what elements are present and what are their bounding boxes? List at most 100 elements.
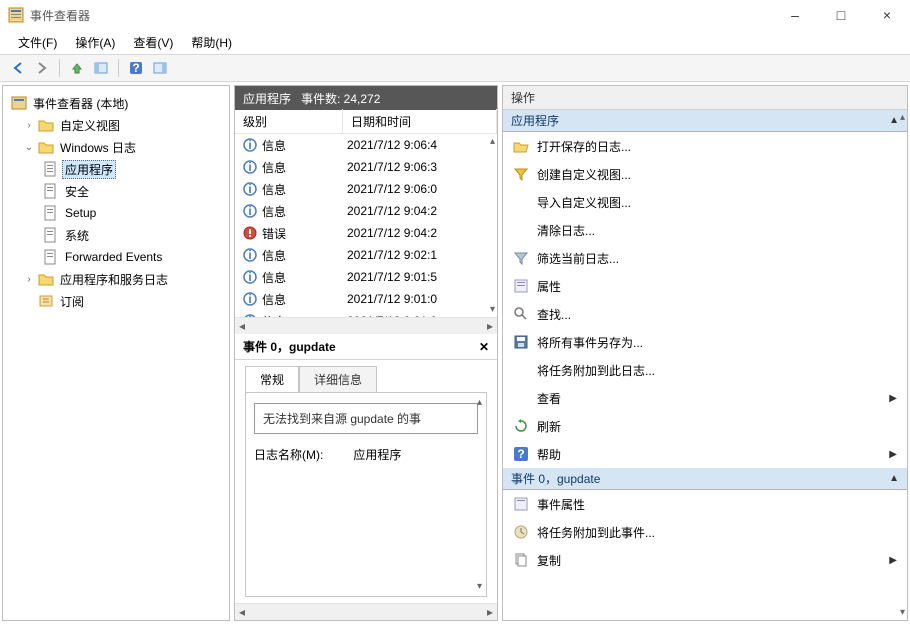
action-event-properties[interactable]: 事件属性 bbox=[503, 490, 907, 518]
log-name-label: 日志名称(M): bbox=[254, 446, 323, 463]
section-application[interactable]: 应用程序 ▲ bbox=[503, 110, 907, 132]
action-save-all-events[interactable]: 将所有事件另存为... bbox=[503, 328, 907, 356]
show-hide-button[interactable] bbox=[89, 57, 113, 79]
col-level[interactable]: 级别 bbox=[235, 109, 343, 134]
level-text: 信息 bbox=[262, 291, 286, 308]
svg-text:i: i bbox=[248, 270, 251, 284]
forward-button[interactable] bbox=[30, 57, 54, 79]
action-import-custom-view[interactable]: 导入自定义视图... bbox=[503, 188, 907, 216]
scroll-down-icon[interactable]: ▾ bbox=[477, 581, 482, 592]
scroll-down-icon[interactable]: ▾ bbox=[490, 304, 495, 315]
maximize-button[interactable]: □ bbox=[818, 0, 864, 30]
tree-setup[interactable]: Setup bbox=[7, 202, 225, 224]
scroll-down-icon[interactable]: ▾ bbox=[900, 607, 905, 618]
tree-system[interactable]: 系统 bbox=[7, 224, 225, 246]
detail-body: ▴ 无法找到来自源 gupdate 的事 日志名称(M): 应用程序 ▾ bbox=[245, 392, 487, 597]
detail-title: 事件 0，gupdate bbox=[243, 338, 336, 355]
horizontal-scrollbar[interactable]: ◂▸ bbox=[235, 317, 497, 334]
scroll-up-icon[interactable]: ▴ bbox=[490, 136, 495, 147]
import-icon bbox=[513, 194, 529, 210]
tree-apps-services[interactable]: › 应用程序和服务日志 bbox=[7, 268, 225, 290]
datetime-text: 2021/7/12 9:04:2 bbox=[343, 204, 497, 218]
grid-body[interactable]: ▴ ▾ i信息2021/7/12 9:06:4i信息2021/7/12 9:06… bbox=[235, 134, 497, 317]
section-label: 应用程序 bbox=[511, 112, 559, 129]
events-count: 事件数: 24,272 bbox=[301, 90, 380, 107]
event-row[interactable]: i信息2021/7/12 9:01:0 bbox=[235, 310, 497, 317]
expand-icon[interactable]: › bbox=[23, 120, 35, 131]
menu-help[interactable]: 帮助(H) bbox=[183, 32, 240, 53]
action-label: 创建自定义视图... bbox=[537, 166, 631, 183]
tab-general[interactable]: 常规 bbox=[245, 366, 299, 392]
detail-header: 事件 0，gupdate ✕ bbox=[235, 334, 497, 360]
properties-icon bbox=[513, 278, 529, 294]
event-row[interactable]: i信息2021/7/12 9:06:3 bbox=[235, 156, 497, 178]
menu-file[interactable]: 文件(F) bbox=[10, 32, 65, 53]
action-label: 清除日志... bbox=[537, 222, 595, 239]
tree-forwarded[interactable]: Forwarded Events bbox=[7, 246, 225, 268]
action-clear-log[interactable]: 清除日志... bbox=[503, 216, 907, 244]
tree[interactable]: 事件查看器 (本地) › 自定义视图 ⌄ Windows 日志 应用程序 安全 bbox=[3, 86, 229, 318]
event-row[interactable]: i信息2021/7/12 9:01:0 bbox=[235, 288, 497, 310]
event-row[interactable]: i信息2021/7/12 9:06:0 bbox=[235, 178, 497, 200]
window-title: 事件查看器 bbox=[30, 7, 772, 24]
tree-application[interactable]: 应用程序 bbox=[7, 158, 225, 180]
up-button[interactable] bbox=[65, 57, 89, 79]
event-row[interactable]: i信息2021/7/12 9:01:5 bbox=[235, 266, 497, 288]
event-row[interactable]: i信息2021/7/12 9:02:1 bbox=[235, 244, 497, 266]
tree-subscriptions[interactable]: › 订阅 bbox=[7, 290, 225, 312]
scroll-up-icon[interactable]: ▴ bbox=[477, 397, 482, 408]
collapse-icon[interactable]: ▲ bbox=[889, 473, 899, 484]
menu-view[interactable]: 查看(V) bbox=[125, 32, 181, 53]
scroll-up-icon[interactable]: ▴ bbox=[900, 112, 905, 123]
detail-close-icon[interactable]: ✕ bbox=[479, 340, 489, 354]
section-event[interactable]: 事件 0，gupdate ▲ bbox=[503, 468, 907, 490]
action-attach-task-event[interactable]: 将任务附加到此事件... bbox=[503, 518, 907, 546]
submenu-arrow-icon: ▶ bbox=[889, 449, 897, 460]
col-datetime[interactable]: 日期和时间 bbox=[343, 109, 497, 134]
action-help[interactable]: ?帮助▶ bbox=[503, 440, 907, 468]
info-icon: i bbox=[243, 270, 257, 284]
action-label: 查看 bbox=[537, 390, 561, 407]
level-text: 信息 bbox=[262, 203, 286, 220]
event-row[interactable]: 错误2021/7/12 9:04:2 bbox=[235, 222, 497, 244]
collapse-icon[interactable]: ▲ bbox=[889, 115, 899, 126]
collapse-icon[interactable]: ⌄ bbox=[23, 142, 35, 153]
datetime-text: 2021/7/12 9:02:1 bbox=[343, 248, 497, 262]
action-label: 将任务附加到此事件... bbox=[537, 524, 655, 541]
minimize-button[interactable]: – bbox=[772, 0, 818, 30]
event-row[interactable]: i 信息 2021/7/12 9:04:2 bbox=[235, 200, 497, 222]
horizontal-scrollbar[interactable]: ◂▸ bbox=[235, 603, 497, 620]
folder-icon bbox=[38, 117, 54, 133]
action-create-custom-view[interactable]: 创建自定义视图... bbox=[503, 160, 907, 188]
action-attach-task-log[interactable]: 将任务附加到此日志... bbox=[503, 356, 907, 384]
close-button[interactable]: × bbox=[864, 0, 910, 30]
tree-root[interactable]: 事件查看器 (本地) bbox=[7, 92, 225, 114]
action-filter-current[interactable]: 筛选当前日志... bbox=[503, 244, 907, 272]
tree-security[interactable]: 安全 bbox=[7, 180, 225, 202]
tree-windows-logs[interactable]: ⌄ Windows 日志 bbox=[7, 136, 225, 158]
properties-button[interactable] bbox=[148, 57, 172, 79]
refresh-icon bbox=[513, 418, 529, 434]
log-icon bbox=[43, 161, 59, 177]
tree-label: Setup bbox=[62, 205, 99, 221]
clear-icon bbox=[513, 222, 529, 238]
find-icon bbox=[513, 306, 529, 322]
events-header: 应用程序 事件数: 24,272 bbox=[235, 86, 497, 110]
action-copy[interactable]: 复制▶ bbox=[503, 546, 907, 574]
action-label: 刷新 bbox=[537, 418, 561, 435]
action-properties[interactable]: 属性 bbox=[503, 272, 907, 300]
action-label: 事件属性 bbox=[537, 496, 585, 513]
action-find[interactable]: 查找... bbox=[503, 300, 907, 328]
svg-text:i: i bbox=[248, 204, 251, 218]
help-button[interactable]: ? bbox=[124, 57, 148, 79]
expand-icon[interactable]: › bbox=[23, 274, 35, 285]
action-view[interactable]: 查看▶ bbox=[503, 384, 907, 412]
back-button[interactable] bbox=[6, 57, 30, 79]
copy-icon bbox=[513, 552, 529, 568]
tree-custom-views[interactable]: › 自定义视图 bbox=[7, 114, 225, 136]
action-open-saved-log[interactable]: 打开保存的日志... bbox=[503, 132, 907, 160]
event-row[interactable]: i信息2021/7/12 9:06:4 bbox=[235, 134, 497, 156]
tab-details[interactable]: 详细信息 bbox=[299, 366, 377, 392]
menu-action[interactable]: 操作(A) bbox=[67, 32, 123, 53]
action-refresh[interactable]: 刷新 bbox=[503, 412, 907, 440]
